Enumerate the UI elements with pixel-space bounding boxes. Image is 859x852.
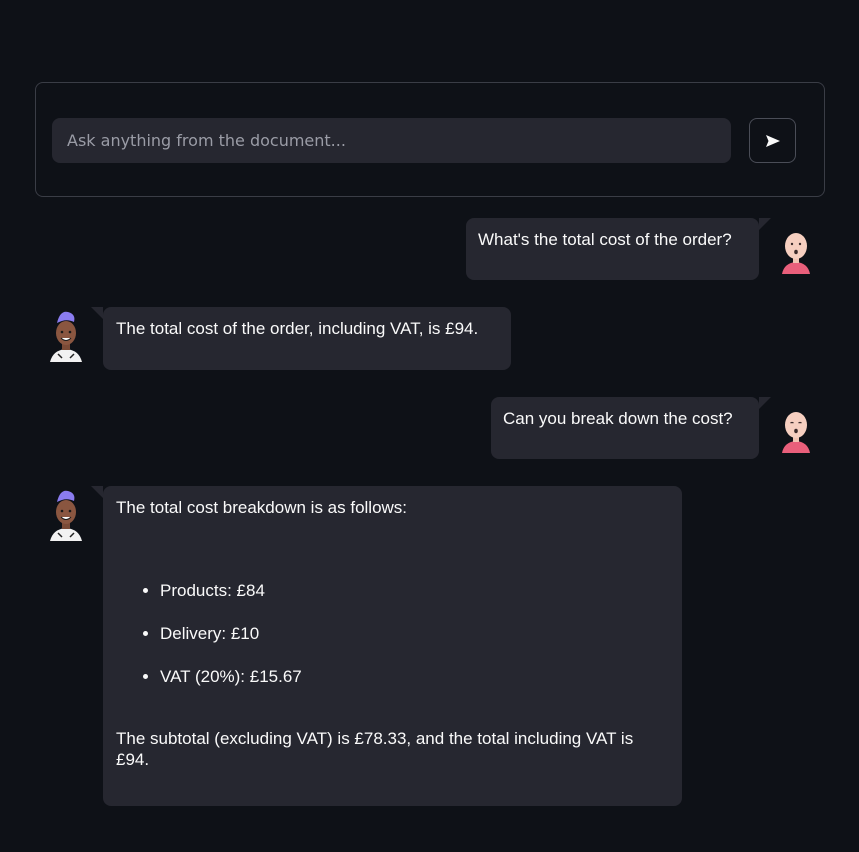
user-avatar [782, 233, 810, 274]
bot-message: The total cost of the order, including V… [91, 307, 511, 370]
query-form [35, 82, 825, 197]
cost-breakdown-list: Products: £84 Delivery: £10 VAT (20%): £… [116, 580, 669, 687]
list-item: Products: £84 [160, 580, 669, 601]
query-input[interactable] [52, 118, 731, 163]
message-outro: The subtotal (excluding VAT) is £78.33, … [116, 729, 634, 769]
bot-message: The total cost breakdown is as follows: … [91, 486, 682, 806]
list-item: Delivery: £10 [160, 623, 669, 644]
list-item: VAT (20%): £15.67 [160, 666, 669, 687]
message-text: Can you break down the cost? [503, 409, 733, 428]
user-avatar [782, 412, 810, 453]
user-message: Can you break down the cost? [491, 397, 771, 459]
user-message: What's the total cost of the order? [466, 218, 771, 280]
send-button[interactable] [749, 118, 796, 163]
message-intro: The total cost breakdown is as follows: [116, 498, 408, 517]
send-arrow-icon [765, 134, 780, 147]
bot-avatar [50, 490, 82, 541]
message-text: What's the total cost of the order? [478, 230, 732, 249]
bot-avatar [50, 311, 82, 362]
message-text: The total cost of the order, including V… [116, 319, 479, 338]
